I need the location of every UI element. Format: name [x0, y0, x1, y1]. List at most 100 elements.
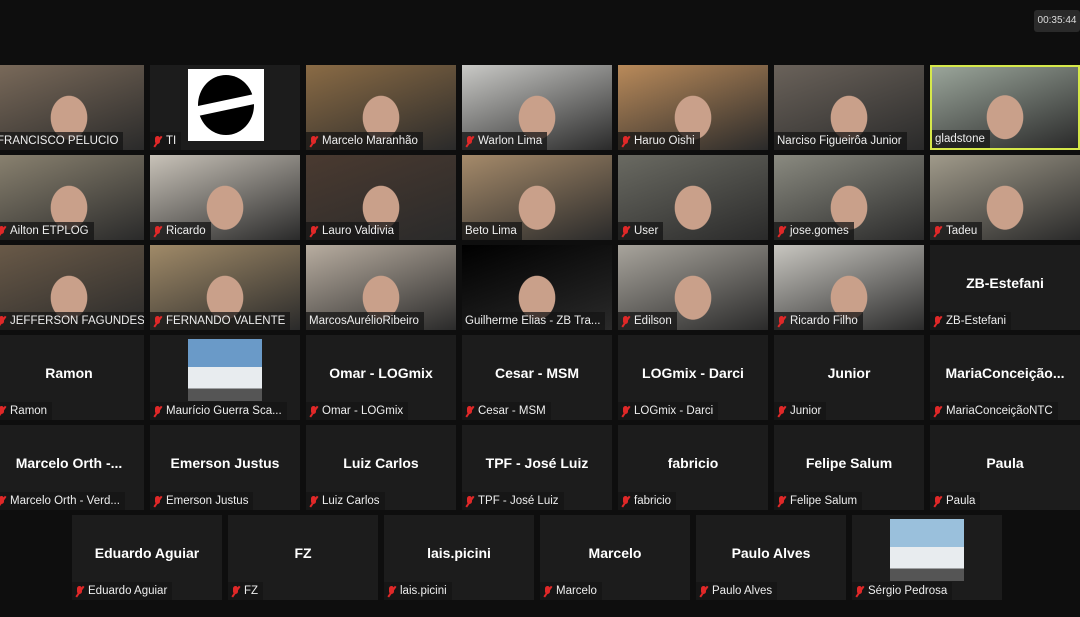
participant-display-name: Junior	[827, 365, 871, 381]
participant-tile[interactable]: fabricio fabricio	[618, 425, 768, 510]
participant-tile[interactable]: Maurício Guerra Sca...	[150, 335, 300, 420]
participant-tile[interactable]: LOGmix - Darci LOGmix - Darci	[618, 335, 768, 420]
participant-tile[interactable]: Marcelo Orth -... Marcelo Orth - Verd...	[0, 425, 144, 510]
participant-tile[interactable]: TI	[150, 65, 300, 150]
participant-tile[interactable]: Marcelo Marcelo	[540, 515, 690, 600]
participant-name: MariaConceiçãoNTC	[946, 405, 1053, 417]
participant-name: User	[634, 225, 659, 237]
participant-tile[interactable]: Warlon Lima	[462, 65, 612, 150]
participant-tile[interactable]: Luiz Carlos Luiz Carlos	[306, 425, 456, 510]
participant-display-name: Marcelo	[588, 545, 642, 561]
participant-name-label: lais.picini	[384, 582, 452, 600]
participant-name: Marcelo Maranhão	[322, 135, 418, 147]
participant-name: jose.gomes	[790, 225, 849, 237]
participant-tile[interactable]: Haruo Oishi	[618, 65, 768, 150]
participant-tile[interactable]: FRANCISCO PELUCIO	[0, 65, 144, 150]
participant-name: Felipe Salum	[790, 495, 858, 507]
participant-tile[interactable]: User	[618, 155, 768, 240]
microphone-muted-icon	[699, 585, 708, 597]
participant-tile[interactable]: TPF - José Luiz TPF - José Luiz	[462, 425, 612, 510]
participant-name: Marcelo Orth - Verd...	[10, 495, 120, 507]
participant-name-label: Felipe Salum	[774, 492, 863, 510]
microphone-muted-icon	[621, 495, 630, 507]
microphone-muted-icon	[933, 405, 942, 417]
participant-display-name: Luiz Carlos	[343, 455, 419, 471]
participant-tile[interactable]: jose.gomes	[774, 155, 924, 240]
participant-name-label: gladstone	[932, 130, 990, 148]
participant-name-label: FRANCISCO PELUCIO	[0, 132, 124, 150]
participant-tile[interactable]: Edilson	[618, 245, 768, 330]
participant-tile[interactable]: Ricardo Filho	[774, 245, 924, 330]
microphone-muted-icon	[0, 405, 6, 417]
participant-tile[interactable]: Ramon Ramon	[0, 335, 144, 420]
microphone-muted-icon	[387, 585, 396, 597]
participant-tile[interactable]: Beto Lima	[462, 155, 612, 240]
participant-tile[interactable]: Narciso Figueirôa Junior	[774, 65, 924, 150]
participant-tile[interactable]: Tadeu	[930, 155, 1080, 240]
participant-tile[interactable]: Emerson Justus Emerson Justus	[150, 425, 300, 510]
participant-name: Emerson Justus	[166, 495, 249, 507]
participant-name: FRANCISCO PELUCIO	[0, 135, 119, 147]
participant-name-label: User	[618, 222, 664, 240]
participant-tile[interactable]: Junior Junior	[774, 335, 924, 420]
participant-tile[interactable]: FERNANDO VALENTE	[150, 245, 300, 330]
participant-tile[interactable]: Paulo Alves Paulo Alves	[696, 515, 846, 600]
participant-name-label: Edilson	[618, 312, 677, 330]
participant-display-name: lais.picini	[427, 545, 491, 561]
microphone-muted-icon	[465, 135, 474, 147]
participant-name-label: JEFFERSON FAGUNDES	[0, 312, 144, 330]
participant-name: Tadeu	[946, 225, 978, 237]
participant-name-label: Marcelo Orth - Verd...	[0, 492, 125, 510]
participant-tile[interactable]: Lauro Valdivia	[306, 155, 456, 240]
participant-tile[interactable]: FZ FZ	[228, 515, 378, 600]
participant-name-label: LOGmix - Darci	[618, 402, 719, 420]
participant-name: Sérgio Pedrosa	[868, 585, 948, 597]
participant-name-label: Paula	[930, 492, 981, 510]
participant-name-label: TI	[150, 132, 182, 150]
microphone-muted-icon	[0, 315, 6, 327]
participant-name: fabricio	[634, 495, 672, 507]
participant-tile[interactable]: MariaConceição... MariaConceiçãoNTC	[930, 335, 1080, 420]
participant-tile[interactable]: ZB-Estefani ZB-Estefani	[930, 245, 1080, 330]
microphone-muted-icon	[309, 135, 318, 147]
microphone-muted-icon	[777, 315, 786, 327]
participant-tile[interactable]: lais.picini lais.picini	[384, 515, 534, 600]
participant-name: Ricardo Filho	[790, 315, 858, 327]
participant-tile[interactable]: MarcosAurélioRibeiro	[306, 245, 456, 330]
participant-name-label: fabricio	[618, 492, 677, 510]
participant-tile[interactable]: Cesar - MSM Cesar - MSM	[462, 335, 612, 420]
participant-tile[interactable]: Ailton ETPLOG	[0, 155, 144, 240]
participant-tile[interactable]: Guilherme Elias - ZB Tra...	[462, 245, 612, 330]
ti-logo-image	[188, 69, 264, 141]
microphone-muted-icon	[933, 225, 942, 237]
microphone-muted-icon	[153, 495, 162, 507]
participant-name: Junior	[790, 405, 822, 417]
participant-display-name: Omar - LOGmix	[329, 365, 433, 381]
participant-tile[interactable]: JEFFERSON FAGUNDES	[0, 245, 144, 330]
participant-tile[interactable]: Omar - LOGmix Omar - LOGmix	[306, 335, 456, 420]
participant-tile[interactable]: Felipe Salum Felipe Salum	[774, 425, 924, 510]
participant-tile[interactable]: Eduardo Aguiar Eduardo Aguiar	[72, 515, 222, 600]
participant-name: gladstone	[935, 133, 985, 145]
microphone-muted-icon	[777, 405, 786, 417]
participant-tile[interactable]: Sérgio Pedrosa	[852, 515, 1002, 600]
microphone-muted-icon	[309, 495, 318, 507]
microphone-muted-icon	[75, 585, 84, 597]
participant-name-label: MariaConceiçãoNTC	[930, 402, 1058, 420]
meeting-timer: 00:35:44	[1034, 10, 1080, 32]
participant-tile[interactable]: gladstone	[930, 65, 1080, 150]
participant-name: Paulo Alves	[712, 585, 773, 597]
participant-name-label: TPF - José Luiz	[462, 492, 564, 510]
participant-name-label: jose.gomes	[774, 222, 854, 240]
participant-name-label: Warlon Lima	[462, 132, 548, 150]
participant-name-label: Cesar - MSM	[462, 402, 551, 420]
participant-name: Ailton ETPLOG	[10, 225, 89, 237]
participant-name: Lauro Valdivia	[322, 225, 395, 237]
participant-tile[interactable]: Paula Paula	[930, 425, 1080, 510]
participant-tile[interactable]: Ricardo	[150, 155, 300, 240]
participant-name-label: Marcelo Maranhão	[306, 132, 423, 150]
participant-tile[interactable]: Marcelo Maranhão	[306, 65, 456, 150]
participant-name-label: ZB-Estefani	[930, 312, 1012, 330]
microphone-muted-icon	[309, 225, 318, 237]
participant-name-label: Sérgio Pedrosa	[852, 582, 953, 600]
